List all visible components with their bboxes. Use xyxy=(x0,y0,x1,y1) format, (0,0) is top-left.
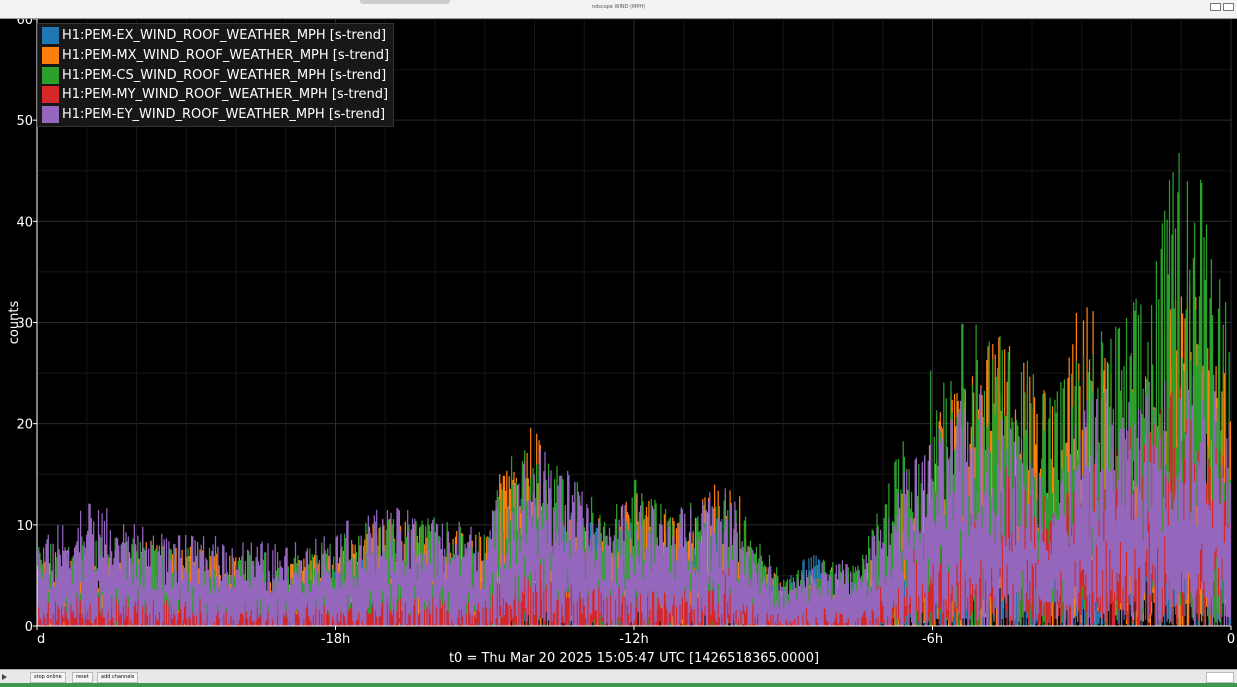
window-titlebar: ndscope WIND (MPH) xyxy=(0,0,1237,19)
x-tick-label: -6h xyxy=(922,632,943,647)
legend-swatch xyxy=(42,106,59,124)
status-bar xyxy=(0,683,1237,687)
legend-label: H1:PEM-EY_WIND_ROOF_WEATHER_MPH [s-trend… xyxy=(62,107,386,123)
legend-label: H1:PEM-MX_WIND_ROOF_WEATHER_MPH [s-trend… xyxy=(62,48,390,64)
legend-swatch xyxy=(42,86,59,104)
legend-swatch xyxy=(42,27,59,45)
window-title: ndscope WIND (MPH) xyxy=(591,4,646,10)
legend-item[interactable]: H1:PEM-MY_WIND_ROOF_WEATHER_MPH [s-trend… xyxy=(42,85,389,105)
legend-swatch xyxy=(42,47,59,65)
legend[interactable]: H1:PEM-EX_WIND_ROOF_WEATHER_MPH [s-trend… xyxy=(37,23,395,128)
reset-button[interactable]: reset xyxy=(72,672,93,683)
y-tick-label: 50 xyxy=(16,114,33,129)
x-tick-label: d xyxy=(37,632,45,647)
legend-item[interactable]: H1:PEM-MX_WIND_ROOF_WEATHER_MPH [s-trend… xyxy=(42,46,389,66)
y-tick-label: 20 xyxy=(16,418,33,433)
x-tick-label: -12h xyxy=(619,632,648,647)
plot-area[interactable]: 0 10 20 30 40 50 60 d -18h -12h -6h 0 counts t0 = Thu… xyxy=(0,19,1237,669)
add-channels-button[interactable]: add channels xyxy=(97,672,139,683)
y-tick-label: 40 xyxy=(16,215,33,230)
legend-label: H1:PEM-CS_WIND_ROOF_WEATHER_MPH [s-trend… xyxy=(62,67,387,83)
x-tick-label: 0 xyxy=(1227,632,1235,647)
y-axis-label: counts xyxy=(7,301,22,345)
x-axis-label: t0 = Thu Mar 20 2025 15:05:47 UTC [14265… xyxy=(449,651,819,666)
legend-label: H1:PEM-MY_WIND_ROOF_WEATHER_MPH [s-trend… xyxy=(62,87,389,103)
x-tick-label: -18h xyxy=(321,632,350,647)
time-input[interactable] xyxy=(1206,672,1234,683)
stop-online-button[interactable]: stop online xyxy=(30,672,66,683)
legend-label: H1:PEM-EX_WIND_ROOF_WEATHER_MPH [s-trend… xyxy=(62,28,387,44)
play-icon[interactable] xyxy=(2,674,7,680)
legend-item[interactable]: H1:PEM-EX_WIND_ROOF_WEATHER_MPH [s-trend… xyxy=(42,26,389,46)
close-icon[interactable] xyxy=(1223,3,1234,11)
y-tick-label: 0 xyxy=(25,620,33,635)
maximize-icon[interactable] xyxy=(1210,3,1221,11)
y-tick-label: 60 xyxy=(16,19,33,28)
legend-item[interactable]: H1:PEM-EY_WIND_ROOF_WEATHER_MPH [s-trend… xyxy=(42,105,389,125)
legend-item[interactable]: H1:PEM-CS_WIND_ROOF_WEATHER_MPH [s-trend… xyxy=(42,65,389,85)
control-bar: stop online reset add channels xyxy=(0,669,1237,687)
y-tick-label: 10 xyxy=(16,519,33,534)
legend-swatch xyxy=(42,66,59,84)
